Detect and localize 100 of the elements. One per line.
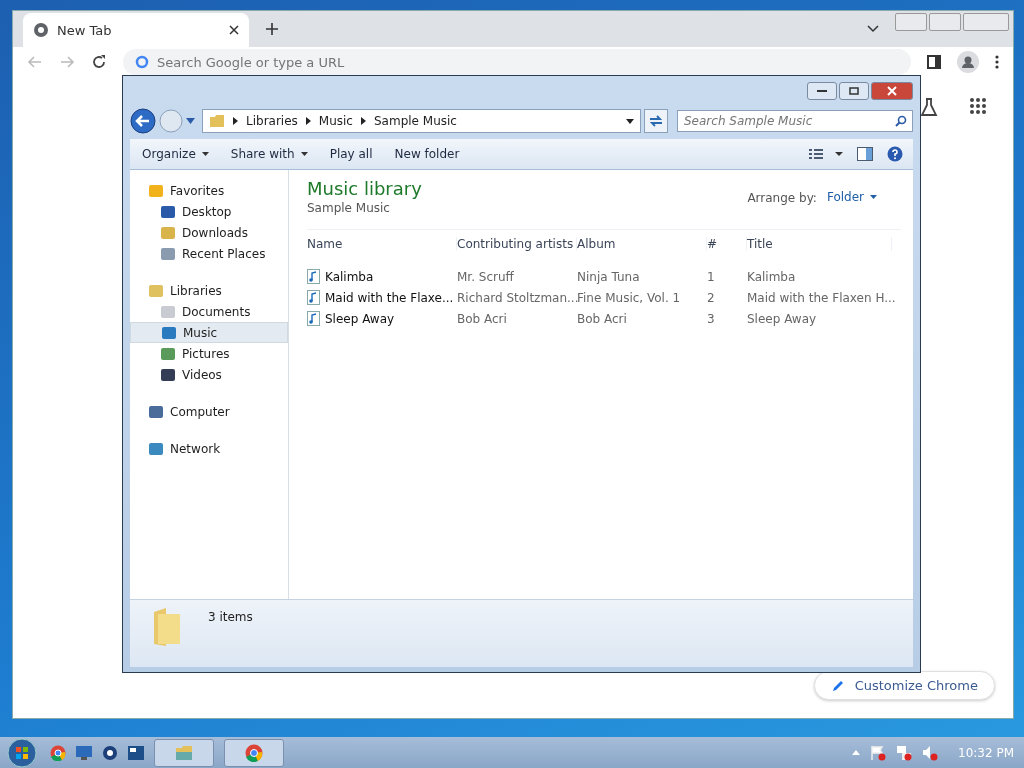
- table-cell: Fine Music, Vol. 1: [577, 290, 681, 305]
- chrome-icon[interactable]: [50, 744, 66, 761]
- command-button[interactable]: New folder: [390, 145, 464, 163]
- arrange-dropdown[interactable]: Folder: [826, 190, 901, 204]
- nav-icon: [160, 366, 176, 383]
- pencil-icon: [830, 678, 845, 693]
- tab-title: New Tab: [57, 22, 113, 38]
- refresh-icon[interactable]: [644, 109, 668, 133]
- nav-item[interactable]: Pictures: [130, 343, 288, 364]
- caret-icon: [870, 195, 877, 199]
- start-button[interactable]: [4, 737, 40, 768]
- table-cell: Bob Acri: [577, 311, 627, 326]
- app-icon[interactable]: [102, 744, 118, 761]
- table-cell: Kalimba: [747, 269, 796, 284]
- column-header[interactable]: #: [707, 237, 747, 251]
- chevron-icon[interactable]: [867, 25, 879, 33]
- nav-icon: [160, 345, 176, 362]
- music-file-icon: [307, 290, 320, 305]
- table-cell: 3: [707, 311, 715, 326]
- nav-item[interactable]: Network: [130, 438, 288, 459]
- nav-item[interactable]: Videos: [130, 364, 288, 385]
- table-cell: Sleep Away: [747, 311, 817, 326]
- column-header[interactable]: Title: [747, 237, 892, 251]
- chevron-icon[interactable]: [305, 117, 311, 125]
- maximize-button[interactable]: [839, 82, 869, 100]
- dropdown-icon[interactable]: [626, 118, 634, 124]
- close-icon: [887, 86, 897, 96]
- nav-item[interactable]: Favorites: [130, 180, 288, 201]
- nav-item[interactable]: Desktop: [130, 201, 288, 222]
- history-caret-icon[interactable]: [186, 118, 195, 124]
- reload-icon[interactable]: [91, 54, 107, 70]
- browser-tab[interactable]: New Tab: [23, 13, 249, 47]
- menu-icon[interactable]: [995, 55, 999, 69]
- address-field[interactable]: Search Google or type a URL: [123, 49, 911, 75]
- flask-icon[interactable]: [919, 97, 939, 117]
- table-cell: Bob Acri: [457, 311, 507, 326]
- desktop-icon[interactable]: [76, 745, 92, 760]
- preview-pane-icon[interactable]: [857, 147, 873, 161]
- nav-item[interactable]: Music: [130, 322, 288, 343]
- table-cell: Richard Stoltzman...: [457, 290, 579, 305]
- google-icon: [135, 55, 149, 69]
- nav-item[interactable]: Documents: [130, 301, 288, 322]
- speaker-icon[interactable]: [922, 744, 938, 761]
- view-options-icon[interactable]: [809, 148, 843, 160]
- minimize-icon: [817, 89, 827, 93]
- side-panel-icon[interactable]: [927, 55, 941, 69]
- folder-icon: [209, 114, 225, 128]
- library-subtitle: Sample Music: [307, 201, 391, 215]
- breadcrumb-item[interactable]: Music: [318, 114, 353, 128]
- chevron-icon[interactable]: [361, 117, 366, 125]
- command-button[interactable]: Play all: [325, 145, 377, 163]
- close-button[interactable]: [871, 82, 913, 100]
- network-icon[interactable]: [896, 744, 912, 761]
- chrome-icon: [245, 743, 263, 762]
- customize-chrome-button[interactable]: Customize Chrome: [813, 671, 995, 700]
- command-button[interactable]: Organize: [138, 145, 213, 163]
- chevron-icon[interactable]: [233, 117, 238, 125]
- folder-icon: [175, 744, 193, 761]
- table-cell: 1: [707, 269, 715, 284]
- maximize-icon: [849, 87, 859, 95]
- library-title: Music library: [307, 178, 423, 199]
- chrome-taskbar-button[interactable]: [224, 738, 284, 767]
- search-icon: [895, 115, 907, 127]
- search-field[interactable]: Search Sample Music: [677, 110, 913, 132]
- nav-item[interactable]: Recent Places: [130, 243, 288, 264]
- caret-icon: [300, 152, 308, 156]
- nav-icon: [160, 203, 176, 220]
- nav-item[interactable]: Downloads: [130, 222, 288, 243]
- back-icon[interactable]: [130, 108, 156, 134]
- nav-icon: [148, 182, 164, 199]
- breadcrumb-item[interactable]: Sample Music: [374, 114, 457, 128]
- table-cell: Mr. Scruff: [457, 269, 514, 284]
- window-switch-icon[interactable]: [128, 745, 144, 760]
- column-header[interactable]: Album: [577, 237, 707, 251]
- address-bar[interactable]: Libraries Music Sample Music: [202, 109, 641, 133]
- minimize-button[interactable]: [807, 82, 837, 100]
- column-header[interactable]: Contributing artists: [457, 237, 577, 251]
- profile-icon[interactable]: [957, 51, 979, 73]
- nav-icon: [160, 303, 176, 320]
- flag-icon[interactable]: [870, 744, 886, 761]
- breadcrumb-item[interactable]: Libraries: [246, 114, 298, 128]
- nav-icon: [160, 224, 176, 241]
- table-cell: Sleep Away: [325, 311, 395, 326]
- nav-item[interactable]: Computer: [130, 401, 288, 422]
- chrome-icon: [33, 22, 49, 38]
- help-icon[interactable]: [887, 146, 903, 162]
- command-button[interactable]: Share with: [226, 145, 312, 163]
- music-file-icon: [307, 311, 320, 326]
- table-cell: Ninja Tuna: [577, 269, 640, 284]
- caret-icon: [201, 152, 209, 156]
- table-cell: Maid with the Flaxe...: [325, 290, 454, 305]
- apps-icon[interactable]: [969, 97, 987, 115]
- nav-icon: [160, 245, 176, 262]
- column-header[interactable]: Name: [307, 237, 457, 251]
- close-icon[interactable]: [229, 25, 239, 35]
- nav-item[interactable]: Libraries: [130, 280, 288, 301]
- nav-icon: [148, 440, 164, 457]
- item-count: 3 items: [208, 610, 253, 624]
- nav-icon: [148, 282, 164, 299]
- new-tab-icon[interactable]: [265, 22, 279, 36]
